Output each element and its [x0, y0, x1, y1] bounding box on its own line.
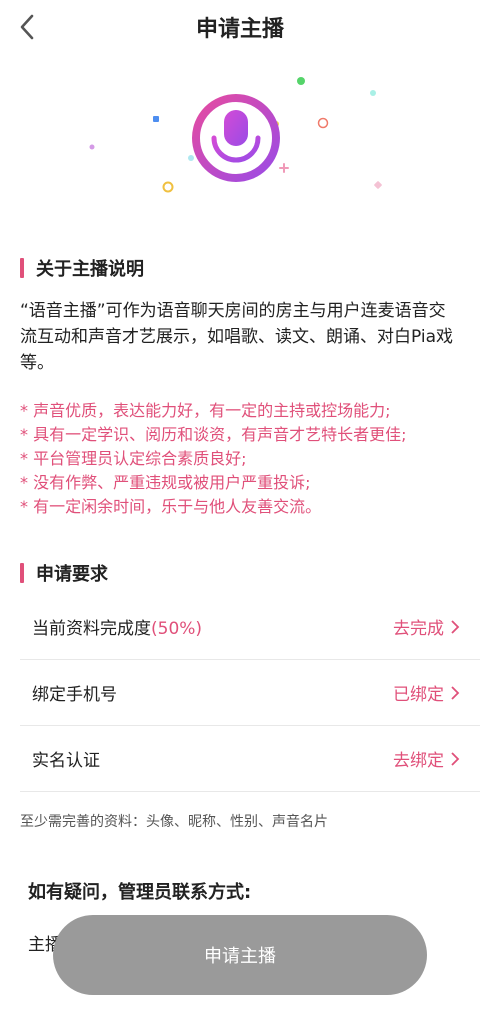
requirement-item: * 有一定闲余时间，乐于与他人友善交流。 — [20, 497, 322, 516]
top-bar: 申请主播 — [0, 0, 480, 56]
hero-illustration — [0, 60, 480, 210]
confetti-dot — [297, 77, 305, 85]
completion-percent: (50%) — [151, 619, 203, 639]
confetti-ring — [162, 181, 174, 193]
requirement-item: * 声音优质，表达能力好，有一定的主持或控场能力; — [20, 401, 391, 420]
row-action-label: 已绑定 — [393, 685, 444, 705]
contact-heading: 如有疑问，管理员联系方式: — [28, 882, 252, 903]
requirements-list: * 声音优质，表达能力好，有一定的主持或控场能力; * 具有一定学识、阅历和谈资… — [20, 399, 468, 519]
confetti-dot — [89, 144, 95, 150]
confetti-dot — [188, 155, 194, 161]
requirement-item: * 平台管理员认定综合素质良好; — [20, 449, 247, 468]
requirement-item: * 具有一定学识、阅历和谈资，有声音才艺特长者更佳; — [20, 425, 407, 444]
about-heading: 关于主播说明 — [20, 255, 144, 281]
profile-hint: 至少需完善的资料：头像、昵称、性别、声音名片 — [20, 814, 328, 830]
chevron-right-icon — [451, 619, 460, 634]
bind-phone-row[interactable]: 绑定手机号 已绑定 — [20, 660, 480, 726]
section-marker — [20, 563, 24, 583]
confetti-plus — [279, 163, 289, 173]
apply-anchor-button[interactable]: 申请主播 — [53, 915, 427, 995]
phone-bound-status[interactable]: 已绑定 — [393, 680, 460, 705]
complete-profile-link[interactable]: 去完成 — [393, 614, 460, 639]
confetti-ring — [317, 117, 329, 129]
row-label: 当前资料完成度 — [32, 619, 151, 639]
confetti-dot — [374, 181, 382, 189]
row-label: 实名认证 — [32, 751, 100, 771]
real-name-row[interactable]: 实名认证 去绑定 — [20, 726, 480, 792]
confetti-dot — [370, 90, 376, 96]
section-marker — [20, 258, 24, 278]
requirement-item: * 没有作弊、严重违规或被用户严重投诉; — [20, 473, 311, 492]
chevron-right-icon — [451, 751, 460, 766]
row-action-label: 去绑定 — [393, 751, 444, 771]
row-label: 绑定手机号 — [32, 685, 117, 705]
real-name-bind-link[interactable]: 去绑定 — [393, 746, 460, 771]
apply-requirements-heading-text: 申请要求 — [36, 564, 108, 585]
row-action-label: 去完成 — [393, 619, 444, 639]
about-description: “语音主播”可作为语音聊天房间的房主与用户连麦语音交流互动和声音才艺展示，如唱歌… — [20, 301, 454, 373]
apply-requirements-heading: 申请要求 — [20, 560, 108, 586]
profile-completion-row[interactable]: 当前资料完成度(50%) 去完成 — [20, 594, 480, 660]
chevron-right-icon — [451, 685, 460, 700]
requirements-rows: 当前资料完成度(50%) 去完成 绑定手机号 已绑定 实名认证 去绑定 — [20, 594, 480, 792]
page-title: 申请主播 — [195, 17, 284, 42]
confetti-dot — [153, 116, 159, 122]
about-heading-text: 关于主播说明 — [36, 259, 144, 280]
